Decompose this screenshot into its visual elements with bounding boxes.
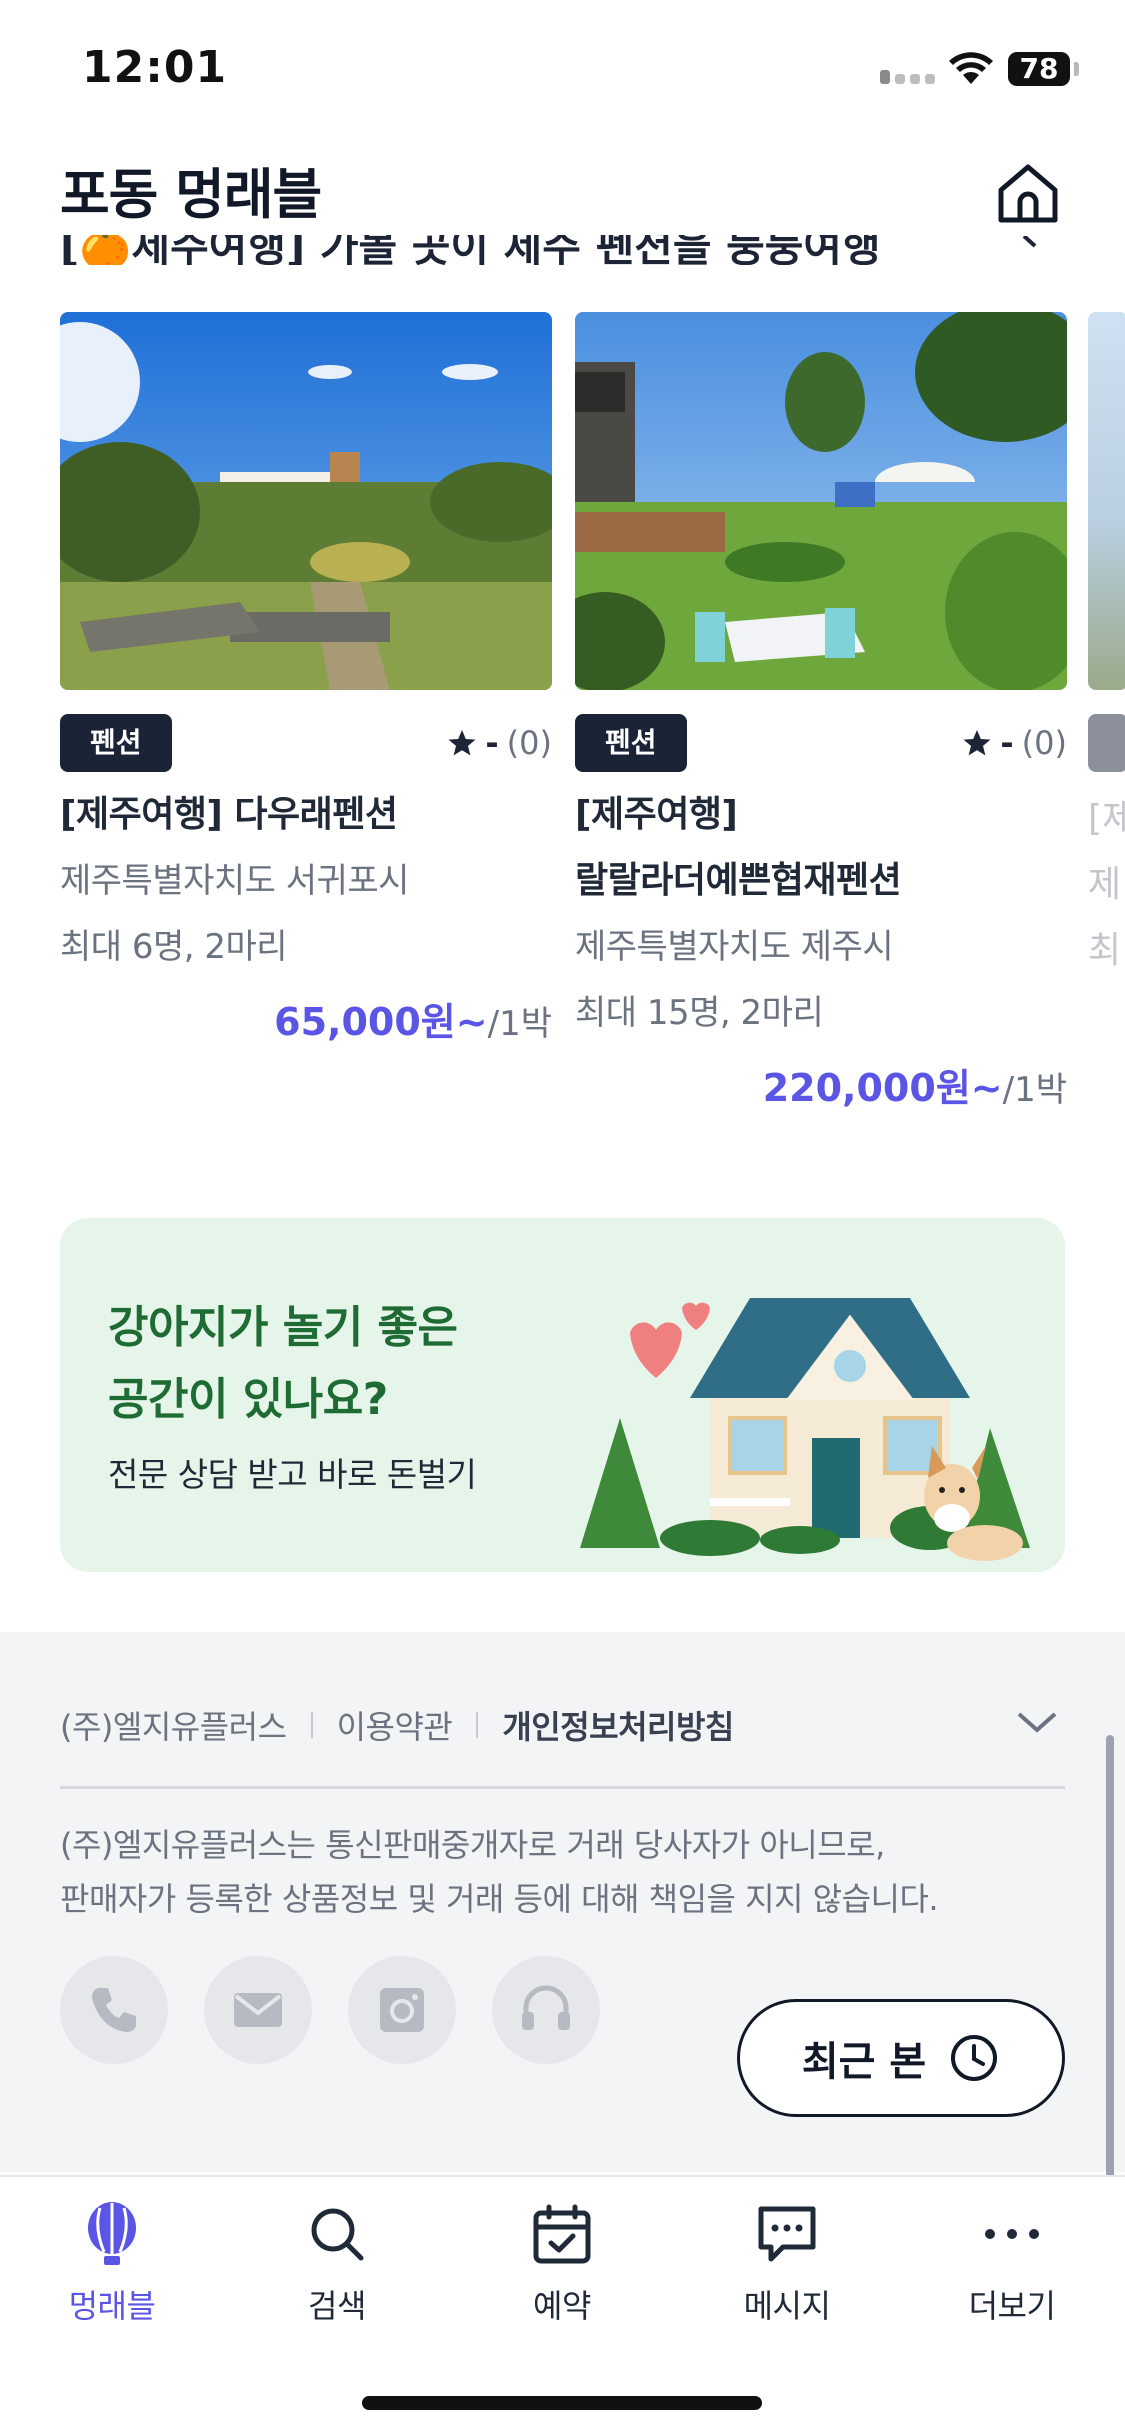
- listing-name-line2: 랄랄라더예쁜협재펜션: [575, 860, 902, 901]
- home-button[interactable]: [990, 155, 1066, 231]
- phone-icon: [92, 1988, 136, 2032]
- rating: - (0): [962, 724, 1067, 762]
- listing-address: 제주특별자치도 제주시: [575, 927, 894, 967]
- listing-name-peek: [제: [1088, 798, 1125, 839]
- rating-value: -: [485, 724, 499, 762]
- price-value: 65,000원~: [274, 1000, 488, 1044]
- cellular-signal-icon: [880, 70, 936, 84]
- listing-price: 220,000원~/1박: [575, 1050, 1067, 1134]
- house-dog-illustration: [580, 1298, 1030, 1561]
- divider: [476, 1712, 479, 1738]
- tab-reservation[interactable]: 예약: [482, 2199, 642, 2327]
- footer-notice: (주)엘지유플러스는 통신판매중개자로 거래 당사자가 아니므로, 판매자가 등…: [60, 1818, 939, 1926]
- recently-viewed-button[interactable]: 최근 본: [737, 1999, 1065, 2117]
- star-icon: [963, 730, 991, 756]
- tab-more[interactable]: 더보기: [932, 2199, 1092, 2327]
- card-meta: 펜션 - (0): [575, 714, 1067, 776]
- type-badge-peek: [1088, 714, 1125, 772]
- wifi-icon: [949, 52, 993, 84]
- promo-title-line2: 공간이 있나요?: [108, 1374, 388, 1425]
- tab-label: 예약: [533, 2287, 591, 2325]
- section-title: [🍊제주여행] 가볼 곳이 제주 펜션을 둥둥여행: [60, 235, 881, 265]
- type-badge: 펜션: [575, 714, 687, 772]
- headset-icon: [522, 1985, 570, 2030]
- status-bar: 12:01 78: [0, 0, 1125, 140]
- phone-button[interactable]: [60, 1956, 168, 2064]
- notice-line1: (주)엘지유플러스는 통신판매중개자로 거래 당사자가 아니므로,: [60, 1826, 885, 1864]
- battery-nub: [1074, 62, 1079, 76]
- promo-subtitle: 전문 상담 받고 바로 돈벌기: [108, 1455, 477, 1494]
- promo-title: 강아지가 놀기 좋은 공간이 있나요?: [108, 1292, 458, 1436]
- rating-value: -: [1000, 724, 1014, 762]
- home-icon: [998, 164, 1058, 223]
- listing-capacity: 최대 15명, 2마리: [575, 993, 824, 1033]
- instagram-icon: [380, 1988, 424, 2032]
- clock-icon: [951, 2035, 998, 2081]
- price-unit: /1박: [487, 1004, 552, 1044]
- tab-label: 검색: [308, 2287, 366, 2325]
- listing-address: 제주특별자치도 서귀포시: [60, 861, 409, 901]
- review-count: (0): [1021, 724, 1067, 762]
- rating: - (0): [447, 724, 552, 762]
- search-icon: [311, 2208, 364, 2261]
- calendar-check-icon: [533, 2204, 591, 2264]
- chevron-right-icon[interactable]: [1015, 236, 1045, 266]
- page-title: 포동 멍래블: [60, 163, 322, 226]
- tab-label: 메시지: [743, 2287, 831, 2325]
- support-button[interactable]: [492, 1956, 600, 2064]
- status-time: 12:01: [82, 42, 228, 93]
- review-count: (0): [506, 724, 552, 762]
- listing-capacity-peek: 최: [1088, 930, 1122, 971]
- listing-card[interactable]: 펜션 - (0) [제주여행] 랄랄라더예쁜협재펜션 제주특별자치도 제주시 최…: [575, 312, 1067, 1134]
- section-title-peek[interactable]: [🍊제주여행] 가볼 곳이 제주 펜션을 둥둥여행: [60, 235, 1060, 265]
- tab-home[interactable]: 멍래블: [32, 2199, 192, 2327]
- listing-card[interactable]: 펜션 - (0) [제주여행] 다우래펜션 제주특별자치도 서귀포시 최대 6명…: [60, 312, 552, 1068]
- price-unit: /1박: [1002, 1070, 1067, 1110]
- instagram-button[interactable]: [348, 1956, 456, 2064]
- type-badge: 펜션: [60, 714, 172, 772]
- listing-address-peek: 제: [1088, 864, 1122, 905]
- listing-name: [제주여행] 다우래펜션: [60, 794, 398, 835]
- more-icon: [985, 2229, 1039, 2239]
- mail-button[interactable]: [204, 1956, 312, 2064]
- home-indicator: [362, 2396, 762, 2410]
- price-value: 220,000원~: [762, 1066, 1003, 1110]
- host-promo-banner[interactable]: 강아지가 놀기 좋은 공간이 있나요? 전문 상담 받고 바로 돈벌기: [60, 1218, 1065, 1572]
- company-link[interactable]: (주)엘지유플러스: [60, 1702, 287, 1748]
- listing-card-peek[interactable]: [1088, 312, 1125, 690]
- recently-viewed-label: 최근 본: [801, 2039, 927, 2085]
- balloon-icon: [88, 2202, 136, 2265]
- terms-link[interactable]: 이용약관: [337, 1702, 453, 1748]
- social-links: [60, 1956, 600, 2064]
- listing-photo: [575, 312, 1067, 690]
- tab-label: 더보기: [968, 2287, 1056, 2325]
- message-icon: [758, 2206, 816, 2262]
- card-meta: 펜션 - (0): [60, 714, 552, 776]
- divider: [310, 1712, 313, 1738]
- promo-title-line1: 강아지가 놀기 좋은: [108, 1302, 458, 1353]
- tab-label: 멍래블: [68, 2287, 156, 2325]
- battery-icon: 78: [1008, 52, 1070, 86]
- star-icon: [448, 730, 476, 756]
- listing-capacity: 최대 6명, 2마리: [60, 927, 288, 967]
- mail-icon: [234, 1993, 282, 2027]
- listing-price: 65,000원~/1박: [60, 984, 552, 1068]
- footer-divider: [60, 1786, 1065, 1789]
- notice-line2: 판매자가 등록한 상품정보 및 거래 등에 대해 책임을 지지 않습니다.: [60, 1880, 939, 1918]
- tab-search[interactable]: 검색: [257, 2199, 417, 2327]
- listing-text-peek: [제 제 최: [1088, 786, 1125, 984]
- tab-messages[interactable]: 메시지: [707, 2199, 867, 2327]
- footer-links: (주)엘지유플러스 이용약관 개인정보처리방침: [60, 1702, 734, 1748]
- privacy-link[interactable]: 개인정보처리방침: [502, 1702, 734, 1748]
- listing-name: [제주여행]: [575, 794, 738, 835]
- chevron-down-icon[interactable]: [1015, 1710, 1059, 1734]
- listing-photo: [60, 312, 552, 690]
